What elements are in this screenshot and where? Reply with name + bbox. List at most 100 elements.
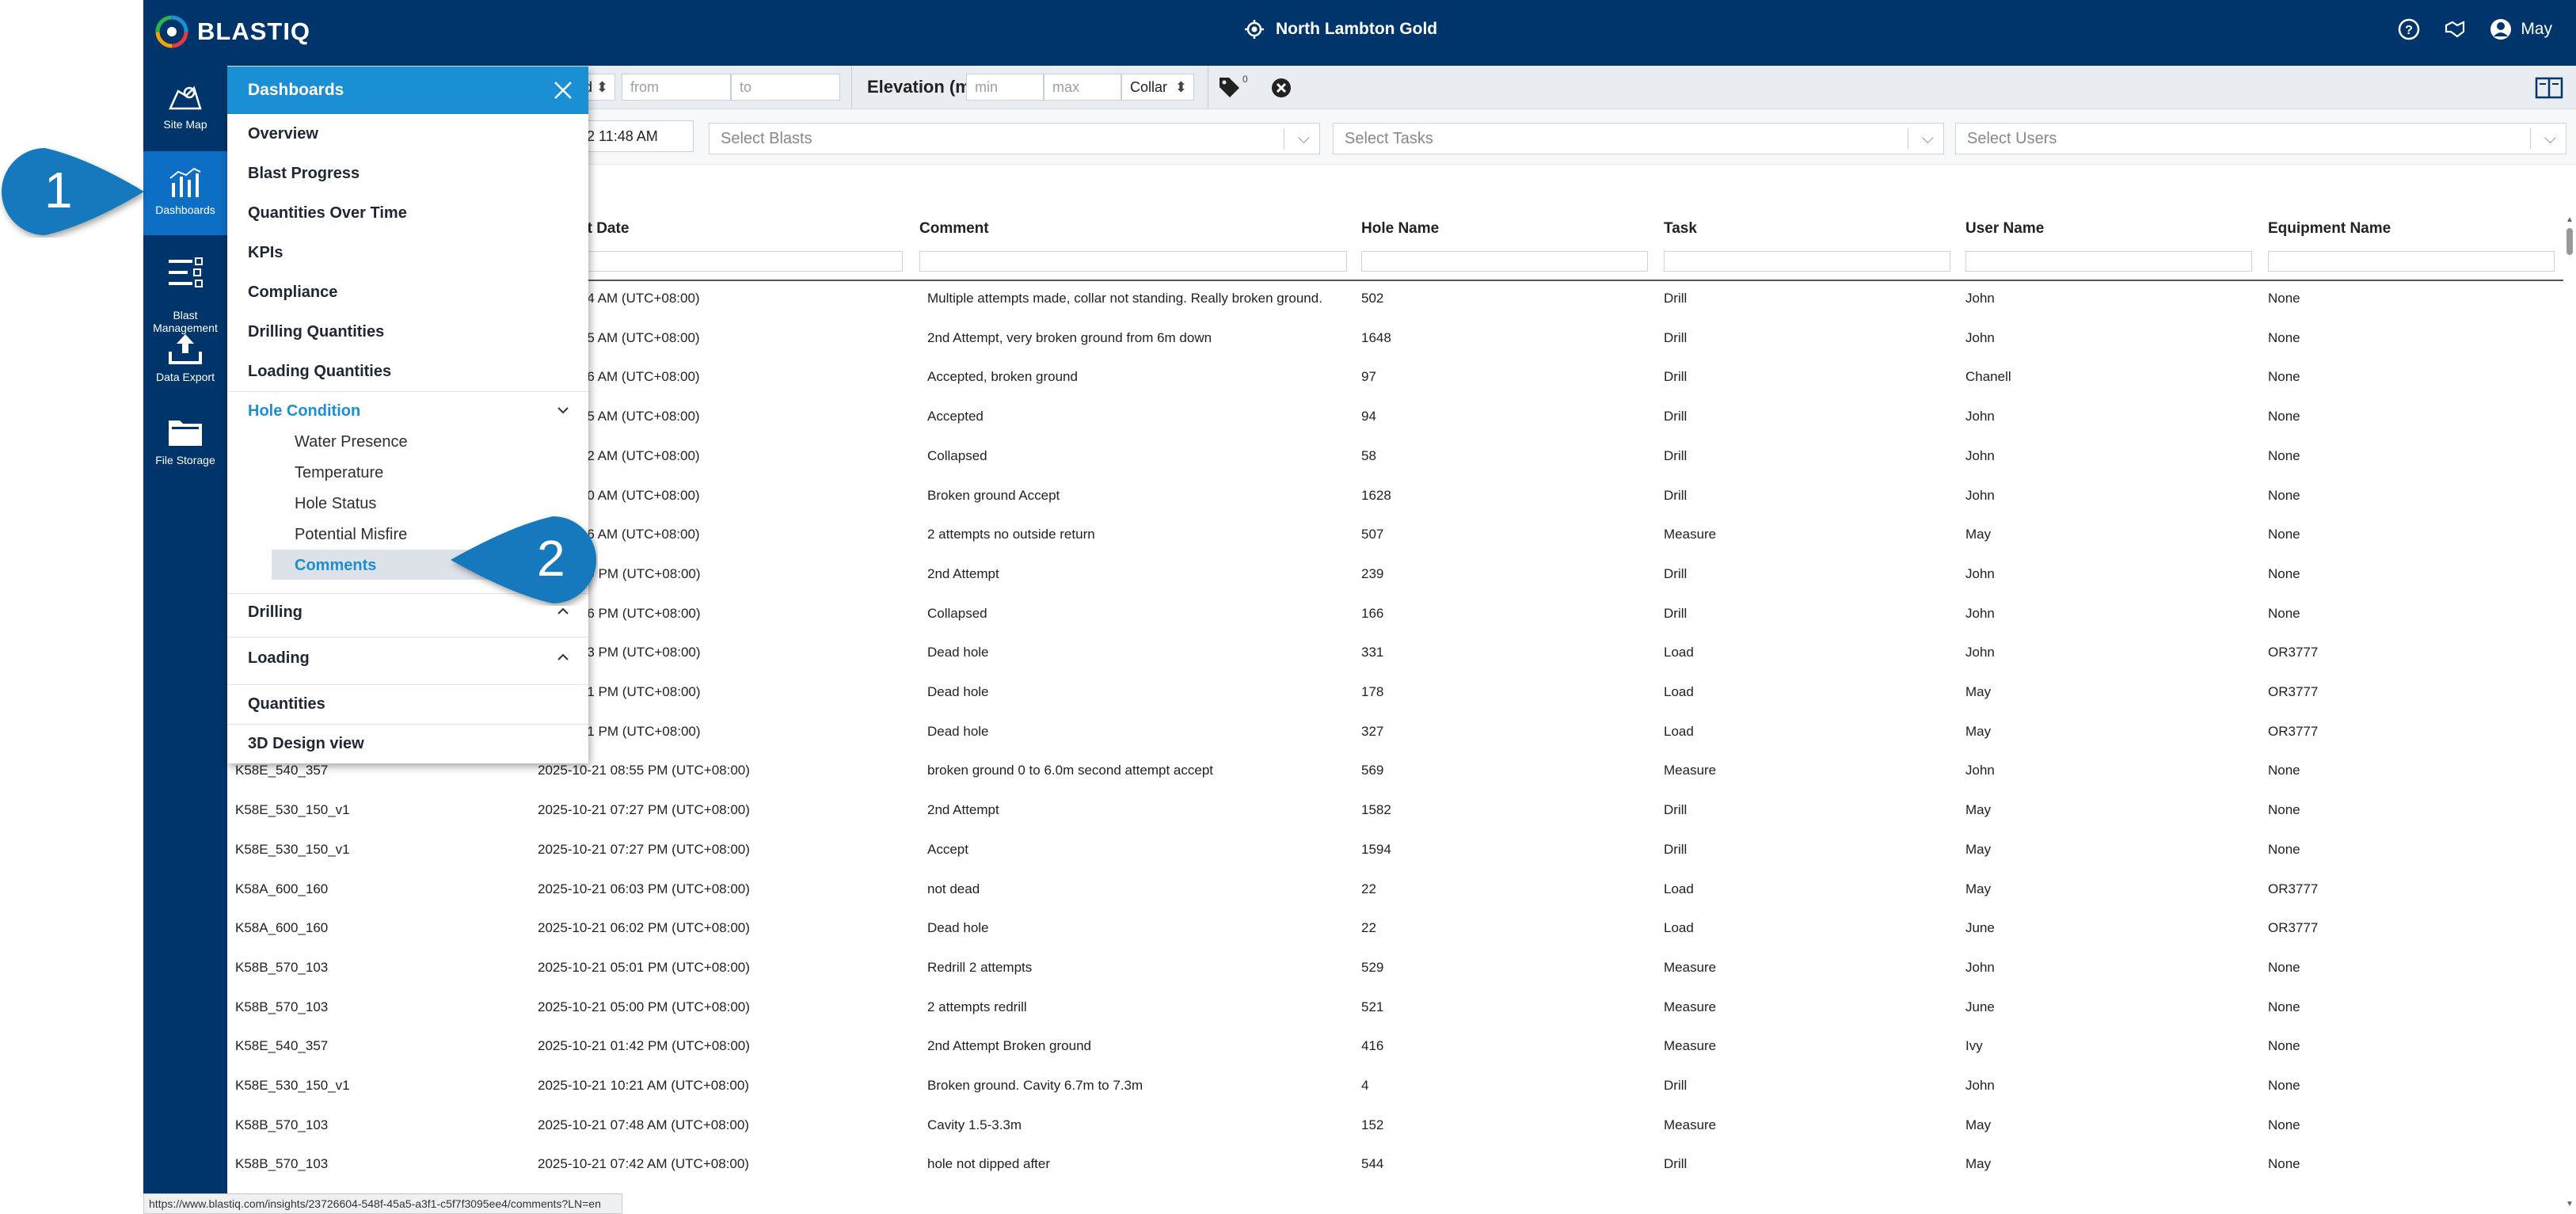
scroll-up-icon[interactable]: ▲ xyxy=(2566,215,2574,224)
cell-equipment-name: None xyxy=(2268,1156,2300,1172)
hole-name-column-filter[interactable] xyxy=(1361,251,1648,272)
tag-filter-button[interactable]: 0 xyxy=(1217,74,1255,99)
menu-item-compliance[interactable]: Compliance xyxy=(248,284,337,302)
divider xyxy=(2530,128,2531,149)
cell-equipment-name: None xyxy=(2268,959,2300,975)
menu-sub-temperature[interactable]: Temperature xyxy=(295,464,383,482)
select-blasts-dropdown[interactable]: Select Blasts ⌵ xyxy=(709,123,1320,154)
menu-item-overview[interactable]: Overview xyxy=(248,125,318,143)
select-tasks-dropdown[interactable]: Select Tasks ⌵ xyxy=(1333,123,1944,154)
tasks-placeholder: Select Tasks xyxy=(1345,130,1433,147)
top-actions: ? May xyxy=(2397,17,2552,41)
column-header-comment[interactable]: Comment xyxy=(919,220,989,238)
table-row[interactable]: K58B_570_103 2025-10-21 05:01 PM (UTC+08:… xyxy=(227,949,2563,988)
menu-item-blast-progress[interactable]: Blast Progress xyxy=(248,165,360,183)
menu-item-quantities-over-time[interactable]: Quantities Over Time xyxy=(248,204,407,223)
column-header-hole-name[interactable]: Hole Name xyxy=(1361,220,1439,238)
help-icon[interactable]: ? xyxy=(2397,17,2421,41)
guide-book-icon[interactable] xyxy=(2535,76,2563,100)
cell-comment: Accepted xyxy=(927,409,984,424)
table-row[interactable]: K58E_530_150_v1 2025-10-21 10:21 AM (UTC+… xyxy=(227,1067,2563,1106)
date-column-filter[interactable] xyxy=(578,251,903,272)
cell-hole-name: 239 xyxy=(1361,565,1384,581)
sidebar-item-site-map[interactable]: Site Map xyxy=(143,82,227,151)
cell-task: Measure xyxy=(1664,763,1717,778)
cell-task: Measure xyxy=(1664,1117,1717,1132)
table-row[interactable]: K58E_530_150_v1 2025-10-21 07:27 PM (UTC+… xyxy=(227,831,2563,870)
cell-blast-name: K58B_570_103 xyxy=(235,959,329,975)
cell-user-name: May xyxy=(1965,881,1992,896)
handshake-icon[interactable] xyxy=(2443,17,2467,41)
table-row[interactable]: K58E_530_150_v1 2025-10-21 07:27 PM (UTC+… xyxy=(227,791,2563,831)
scroll-thumb[interactable] xyxy=(2566,228,2573,255)
site-map-icon xyxy=(169,86,202,110)
elevation-max-input[interactable]: max xyxy=(1044,74,1121,101)
date-to-input[interactable]: to xyxy=(731,74,840,101)
menu-item-hole-condition[interactable]: Hole Condition xyxy=(248,402,360,421)
cell-task: Drill xyxy=(1664,841,1688,857)
elevation-min-input[interactable]: min xyxy=(966,74,1044,101)
cell-task: Drill xyxy=(1664,1156,1688,1172)
date-value-input[interactable]: 22 11:48 AM xyxy=(570,120,694,152)
table-row[interactable]: K58A_600_160 2025-10-21 06:02 PM (UTC+08:… xyxy=(227,909,2563,949)
menu-item-loading[interactable]: Loading xyxy=(248,649,310,668)
task-column-filter[interactable] xyxy=(1664,251,1950,272)
table-row[interactable]: K58B_570_103 2025-10-21 07:48 AM (UTC+08:… xyxy=(227,1106,2563,1146)
cell-comment: Dead hole xyxy=(927,645,989,660)
equipment-name-column-filter[interactable] xyxy=(2268,251,2555,272)
date-from-input[interactable]: from xyxy=(622,74,731,101)
cell-comment: Dead hole xyxy=(927,723,989,739)
cell-task: Drill xyxy=(1664,291,1688,306)
blast-management-icon xyxy=(169,257,203,287)
menu-item-quantities[interactable]: Quantities xyxy=(248,695,325,714)
menu-item-3d-design-view[interactable]: 3D Design view xyxy=(248,735,364,753)
file-storage-icon xyxy=(169,421,202,446)
cell-equipment-name: None xyxy=(2268,291,2300,306)
cell-date: 2025-10-21 10:21 AM (UTC+08:00) xyxy=(538,1078,749,1093)
column-header-task[interactable]: Task xyxy=(1664,220,1697,238)
column-header-user-name[interactable]: User Name xyxy=(1965,220,2044,238)
scroll-down-icon[interactable]: ▼ xyxy=(2566,1200,2574,1208)
close-icon[interactable] xyxy=(554,81,573,100)
sidebar-item-data-export[interactable]: Data Export xyxy=(143,331,227,402)
menu-item-loading-quantities[interactable]: Loading Quantities xyxy=(248,363,391,381)
column-header-equipment-name[interactable]: Equipment Name xyxy=(2268,220,2391,238)
chevron-down-icon[interactable] xyxy=(557,405,569,415)
chevron-up-icon[interactable] xyxy=(557,653,569,662)
table-row[interactable]: K58E_540_357 2025-10-21 01:42 PM (UTC+08:… xyxy=(227,1027,2563,1067)
callout-number-2: 2 xyxy=(537,530,565,587)
comment-column-filter[interactable] xyxy=(919,251,1347,272)
table-row[interactable]: K58B_570_103 2025-10-21 07:42 AM (UTC+08:… xyxy=(227,1145,2563,1185)
menu-sub-hole-status[interactable]: Hole Status xyxy=(295,495,376,513)
date-value: 22 11:48 AM xyxy=(579,128,658,144)
table-row[interactable]: K58B_570_103 2025-10-21 05:00 PM (UTC+08:… xyxy=(227,988,2563,1028)
sidebar-item-dashboards[interactable]: Dashboards xyxy=(143,151,227,235)
cell-hole-name: 1594 xyxy=(1361,841,1391,857)
menu-item-kpis[interactable]: KPIs xyxy=(248,244,283,262)
blastiq-logo[interactable]: BLASTIQ xyxy=(154,14,310,49)
menu-sub-comments[interactable]: Comments xyxy=(295,557,376,575)
divider xyxy=(227,724,588,725)
select-users-dropdown[interactable]: Select Users ⌵ xyxy=(1955,123,2566,154)
menu-item-drilling-quantities[interactable]: Drilling Quantities xyxy=(248,323,384,341)
menu-sub-potential-misfire[interactable]: Potential Misfire xyxy=(295,526,407,544)
sidebar-item-file-storage[interactable]: File Storage xyxy=(143,414,227,485)
dashboards-menu-header: Dashboards xyxy=(227,67,588,114)
user-menu[interactable]: May xyxy=(2489,17,2552,41)
chevron-up-icon[interactable] xyxy=(557,607,569,616)
data-export-icon xyxy=(169,334,202,364)
clear-filters-icon[interactable] xyxy=(1270,77,1292,99)
menu-item-drilling[interactable]: Drilling xyxy=(248,603,302,622)
menu-sub-water-presence[interactable]: Water Presence xyxy=(295,433,408,451)
user-name-column-filter[interactable] xyxy=(1965,251,2252,272)
site-selector[interactable]: North Lambton Gold xyxy=(1244,19,1437,40)
collar-value: Collar xyxy=(1130,79,1168,95)
cell-user-name: June xyxy=(1965,920,1995,936)
collar-select[interactable]: Collar ⬍ xyxy=(1121,74,1194,101)
left-sidebar: Site Map Dashboards Blast Management Dat… xyxy=(143,66,227,1214)
sidebar-item-blast-management[interactable]: Blast Management xyxy=(143,244,227,334)
cell-hole-name: 97 xyxy=(1361,369,1376,385)
table-row[interactable]: K58A_600_160 2025-10-21 06:03 PM (UTC+08:… xyxy=(227,870,2563,910)
table-scrollbar[interactable]: ▲ ▼ xyxy=(2563,214,2576,1212)
cell-comment: 2nd Attempt xyxy=(927,565,999,581)
